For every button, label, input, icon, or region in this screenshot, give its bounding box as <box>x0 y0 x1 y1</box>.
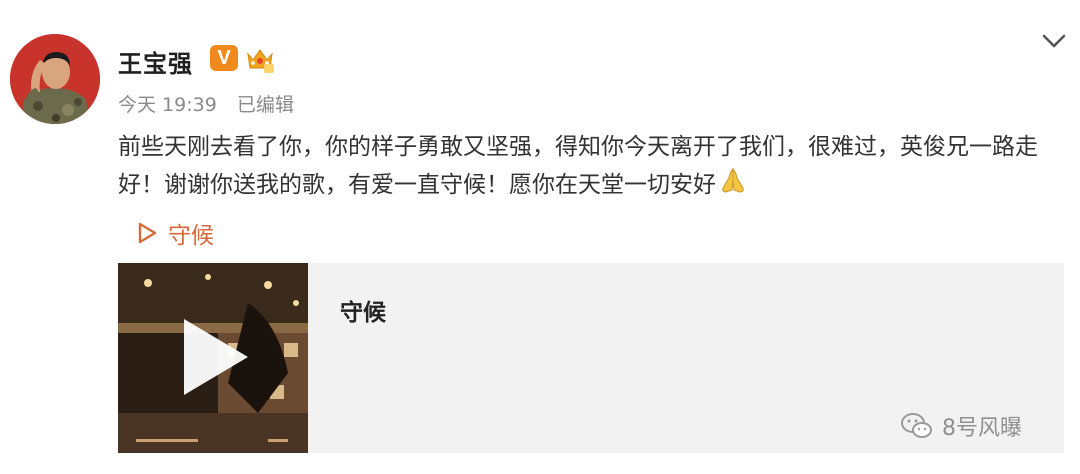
watermark: 8号风曝 <box>900 410 1022 442</box>
crown-badge-icon[interactable] <box>244 44 276 74</box>
username[interactable]: 王宝强 <box>118 44 193 79</box>
verified-v-icon[interactable]: V <box>210 45 238 71</box>
pray-hands-icon <box>718 166 748 208</box>
edited-label[interactable]: 已编辑 <box>237 94 294 116</box>
post-meta: 今天 19:39 已编辑 <box>118 90 308 117</box>
song-link[interactable]: 守候 <box>136 216 214 250</box>
avatar[interactable] <box>10 34 100 124</box>
post-text: 前些天刚去看了你，你的样子勇敢又坚强，得知你今天离开了我们，很难过，英俊兄一路走… <box>118 128 1058 208</box>
card-title[interactable]: 守候 <box>340 293 386 327</box>
watermark-text: 8号风曝 <box>942 416 1022 441</box>
post-text-content: 前些天刚去看了你，你的样子勇敢又坚强，得知你今天离开了我们，很难过，英俊兄一路走… <box>118 134 1038 198</box>
chevron-down-icon[interactable] <box>1040 30 1068 52</box>
wechat-icon <box>901 413 932 438</box>
song-link-label: 守候 <box>168 223 214 249</box>
play-outline-icon <box>138 222 157 244</box>
album-cover[interactable] <box>118 263 308 453</box>
post-time: 今天 19:39 <box>118 94 217 116</box>
